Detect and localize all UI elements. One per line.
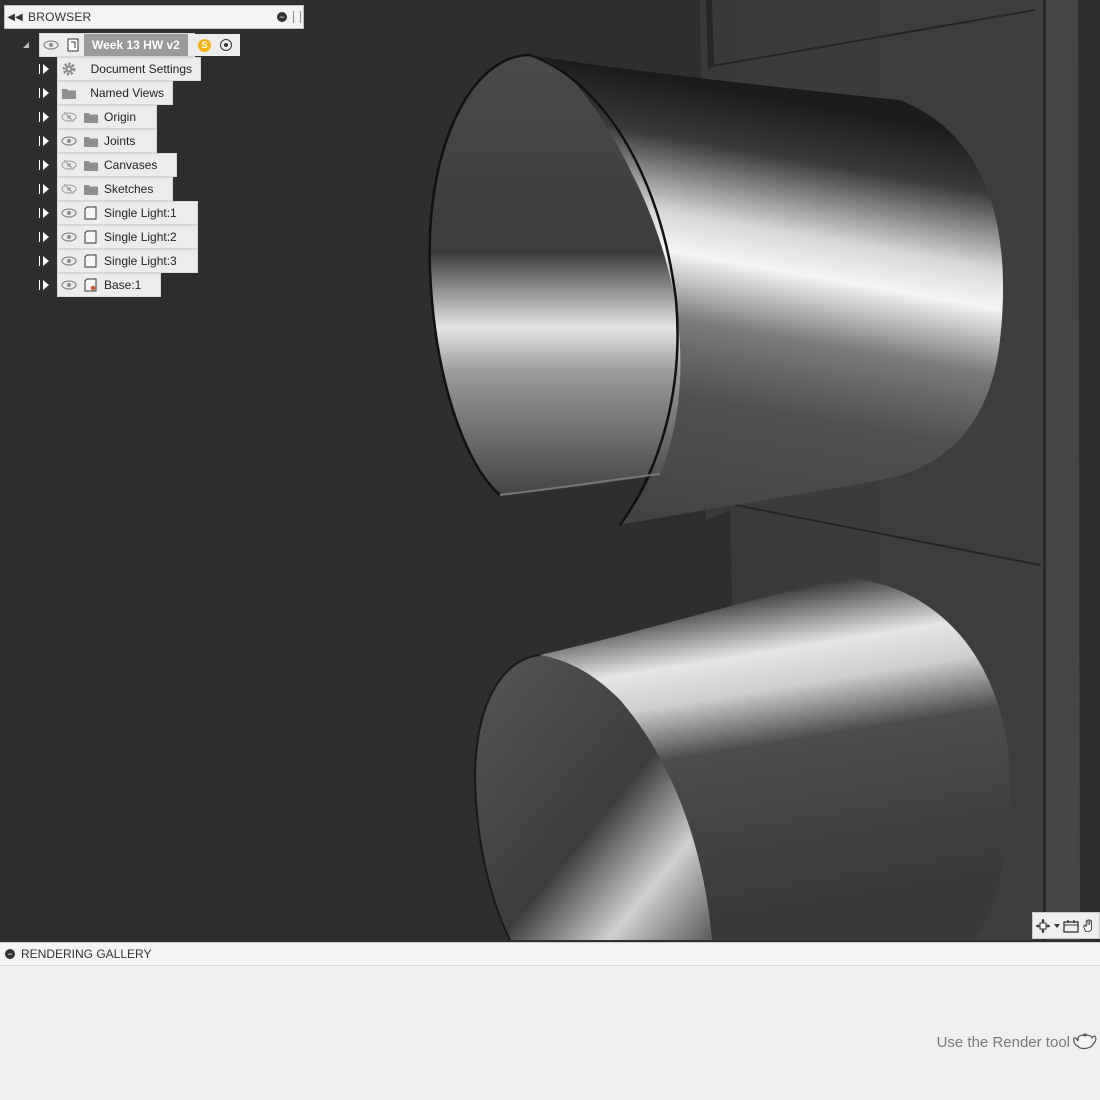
eye-hidden-icon[interactable] xyxy=(58,106,80,128)
folder-icon xyxy=(58,82,79,104)
tree-item-sketches[interactable]: Sketches xyxy=(58,178,172,200)
component-icon xyxy=(80,250,102,272)
expand-toggle[interactable] xyxy=(38,111,50,123)
triangle-right-icon xyxy=(43,232,49,242)
tree-item-single-light-1[interactable]: Single Light:1 xyxy=(58,202,197,224)
expand-toggle[interactable] xyxy=(38,135,50,147)
expand-toggle[interactable] xyxy=(38,207,50,219)
eye-icon[interactable] xyxy=(58,226,80,248)
traffic-light-model xyxy=(428,0,1080,941)
triangle-right-icon xyxy=(43,208,49,218)
tree-item-label: Sketches xyxy=(104,182,154,196)
expand-toggle[interactable] xyxy=(38,159,50,171)
rendering-gallery-body: Use the Render tool xyxy=(0,966,1100,1100)
tree-item-origin[interactable]: Origin xyxy=(58,106,156,128)
tree-item-label: Single Light:2 xyxy=(104,230,177,244)
browser-panel-header: ◀◀ BROWSER − xyxy=(4,5,304,29)
root-label: Week 13 HW v2 xyxy=(84,34,188,56)
pan-hand-icon[interactable] xyxy=(1081,915,1095,937)
teapot-render-icon xyxy=(1072,1030,1098,1057)
folder-icon xyxy=(80,178,102,200)
expand-toggle[interactable] xyxy=(38,87,50,99)
tree-item-label: Named Views xyxy=(90,86,164,100)
eye-icon[interactable] xyxy=(58,202,80,224)
triangle-right-icon xyxy=(43,184,49,194)
navigation-toolbar xyxy=(1032,912,1100,939)
tree-item-label: Single Light:1 xyxy=(104,206,177,220)
minimize-browser-icon[interactable]: − xyxy=(277,12,287,22)
tree-item-single-light-2[interactable]: Single Light:2 xyxy=(58,226,197,248)
component-icon xyxy=(80,202,102,224)
triangle-right-icon xyxy=(43,136,49,146)
tree-item-label: Origin xyxy=(104,110,137,124)
tree-item-label: Canvases xyxy=(104,158,158,172)
rendering-gallery-header: − RENDERING GALLERY xyxy=(0,942,1100,966)
tree-item-base-1[interactable]: Base:1 xyxy=(58,274,160,296)
tree-item-joints[interactable]: Joints xyxy=(58,130,156,152)
root-expander[interactable] xyxy=(20,39,32,51)
tree-item-document-settings[interactable]: Document Settings xyxy=(58,58,200,80)
eye-hidden-icon[interactable] xyxy=(58,178,80,200)
3d-viewport[interactable] xyxy=(0,0,1100,942)
gallery-hint: Use the Render tool xyxy=(936,1034,1070,1051)
triangle-right-icon xyxy=(43,256,49,266)
folder-icon xyxy=(80,154,102,176)
expand-toggle[interactable] xyxy=(38,63,50,75)
expand-toggle[interactable] xyxy=(38,231,50,243)
dropdown-arrow-icon[interactable] xyxy=(1053,915,1061,937)
gear-icon xyxy=(58,58,80,80)
root-node[interactable]: Week 13 HW v2 xyxy=(40,34,194,56)
folder-icon xyxy=(80,106,102,128)
tree-item-canvases[interactable]: Canvases xyxy=(58,154,176,176)
triangle-right-icon xyxy=(43,112,49,122)
design-document-icon xyxy=(62,34,84,56)
triangle-down-icon xyxy=(23,42,29,48)
expand-toggle[interactable] xyxy=(38,255,50,267)
tree-item-single-light-3[interactable]: Single Light:3 xyxy=(58,250,197,272)
triangle-right-icon xyxy=(43,160,49,170)
expand-toggle[interactable] xyxy=(38,183,50,195)
panel-grip-icon[interactable] xyxy=(293,11,301,23)
root-status: S xyxy=(194,34,240,56)
triangle-right-icon xyxy=(43,280,49,290)
component-linked-icon xyxy=(80,274,102,296)
tree-item-label: Joints xyxy=(104,134,136,148)
display-settings-icon[interactable] xyxy=(1061,915,1081,937)
minimize-gallery-icon[interactable]: − xyxy=(5,949,15,959)
eye-icon[interactable] xyxy=(40,34,62,56)
orbit-icon[interactable] xyxy=(1033,915,1053,937)
gallery-title: RENDERING GALLERY xyxy=(21,947,152,961)
expand-toggle[interactable] xyxy=(38,279,50,291)
activate-target-icon[interactable] xyxy=(220,39,232,51)
collapse-panel-icon[interactable]: ◀◀ xyxy=(5,12,25,23)
tree-item-label: Document Settings xyxy=(90,62,192,76)
triangle-right-icon xyxy=(43,88,49,98)
folder-icon xyxy=(80,130,102,152)
tree-item-label: Base:1 xyxy=(104,278,142,292)
eye-icon[interactable] xyxy=(58,130,80,152)
eye-icon[interactable] xyxy=(58,250,80,272)
triangle-right-icon xyxy=(43,64,49,74)
status-badge: S xyxy=(198,38,211,52)
eye-icon[interactable] xyxy=(58,274,80,296)
tree-item-label: Single Light:3 xyxy=(104,254,177,268)
eye-hidden-icon[interactable] xyxy=(58,154,80,176)
browser-title: BROWSER xyxy=(28,10,92,24)
component-icon xyxy=(80,226,102,248)
tree-item-named-views[interactable]: Named Views xyxy=(58,82,172,104)
